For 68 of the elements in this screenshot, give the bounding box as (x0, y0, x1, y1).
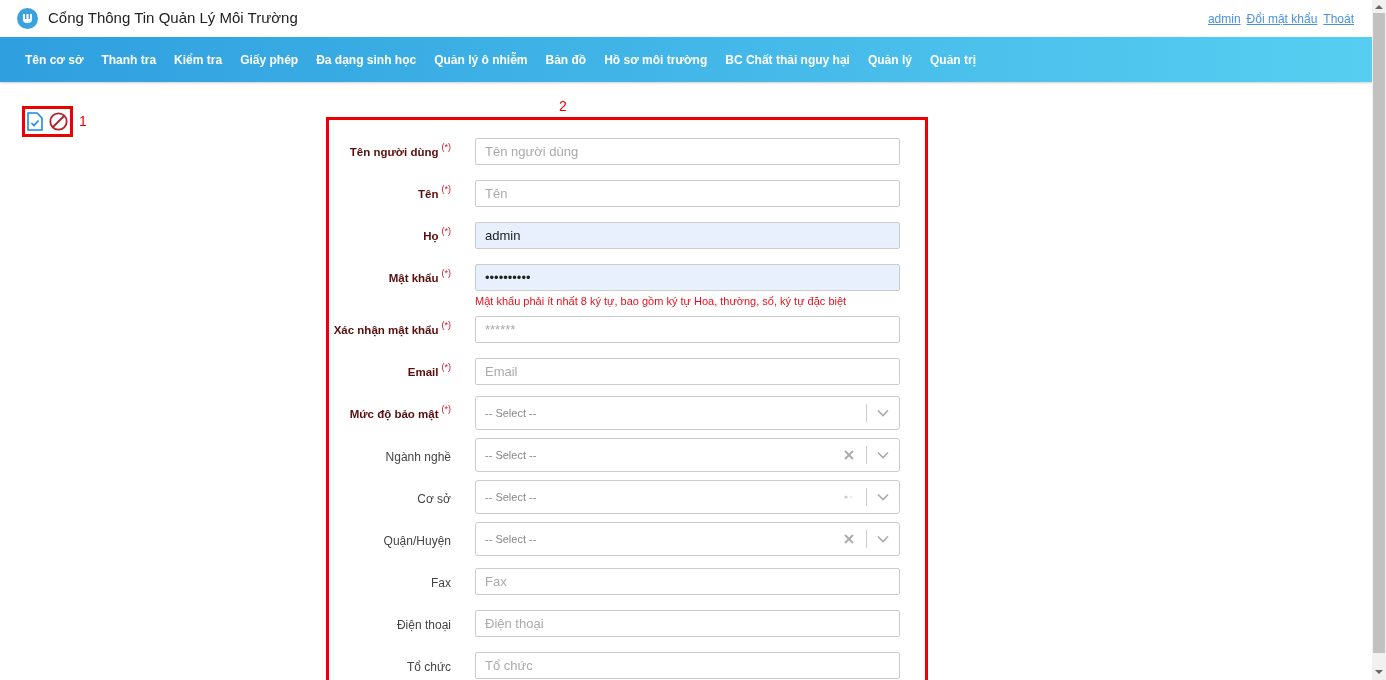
error-message: Mật khẩu phải ít nhất 8 ký tự, bao gồm ký tự Hoa, thường, số, ký tự đặc biệt (475, 294, 848, 308)
logo-icon (17, 8, 38, 29)
select-placeholder: -- Select -- (485, 531, 538, 547)
field-label: Fax (431, 574, 451, 592)
scroll-down-icon[interactable] (1375, 669, 1383, 675)
nav-item[interactable]: Hồ sơ môi trường (604, 50, 708, 69)
annotation-label: 1 (79, 112, 87, 131)
required-mark: (*) (441, 266, 451, 280)
input-field[interactable]: •••••••••• (475, 263, 900, 291)
input-field[interactable]: Tên (475, 179, 900, 207)
chevron-down-icon[interactable] (877, 451, 889, 459)
required-mark: (*) (441, 182, 451, 196)
header-link[interactable]: Thoát (1323, 9, 1354, 28)
scrollbar-thumb[interactable] (1373, 13, 1385, 653)
required-mark: (*) (441, 318, 451, 332)
required-mark: (*) (441, 140, 451, 154)
nav-item[interactable]: BC Chất thải nguy hại (725, 50, 850, 69)
field-label: Họ (423, 228, 439, 245)
nav-item[interactable]: Thanh tra (101, 50, 157, 69)
field-label: Điện thoại (396, 616, 451, 634)
header-link[interactable]: admin (1207, 9, 1241, 28)
nav-item[interactable]: Bản đồ (545, 50, 587, 69)
field-label: Mức độ bảo mật (349, 406, 439, 423)
select-field[interactable]: -- Select -- (475, 396, 900, 430)
nav-item[interactable]: Quản lý (867, 50, 912, 69)
required-mark: (*) (441, 402, 451, 416)
select-field[interactable]: -- Select -- (475, 522, 900, 556)
scrollbar[interactable] (1372, 0, 1386, 680)
field-label: Cơ sở (417, 490, 451, 508)
select-placeholder: -- Select -- (485, 447, 538, 463)
input-field[interactable]: Email (475, 357, 900, 385)
required-mark: (*) (441, 360, 451, 374)
annotation-label: 2 (559, 97, 567, 116)
select-placeholder: -- Select -- (485, 405, 538, 421)
save-file-icon[interactable] (27, 112, 43, 131)
nav-item[interactable]: Quản lý ô nhiễm (434, 50, 528, 69)
chevron-down-icon[interactable] (877, 535, 889, 543)
clear-icon[interactable] (844, 450, 854, 460)
nav-item[interactable]: Giấy phép (240, 50, 299, 69)
field-label: Xác nhận mật khẩu (333, 322, 439, 339)
select-field[interactable]: -- Select -- (475, 480, 900, 514)
nav-item[interactable]: Tên cơ sở (25, 50, 84, 69)
required-mark: (*) (441, 224, 451, 238)
clear-icon[interactable] (844, 534, 854, 544)
input-field[interactable]: admin (475, 221, 900, 249)
nav-item[interactable]: Đa dạng sinh học (316, 50, 417, 69)
site-title: Cổng Thông Tin Quản Lý Môi Trường (48, 8, 298, 29)
input-field[interactable]: Điện thoại (475, 609, 900, 637)
field-label: Email (407, 364, 439, 380)
select-placeholder: -- Select -- (485, 489, 538, 505)
scroll-up-icon[interactable] (1375, 4, 1383, 10)
input-field[interactable]: Fax (475, 567, 900, 595)
nav-item[interactable]: Quản trị (929, 50, 976, 69)
field-label: Tên người dùng (349, 144, 439, 160)
select-field[interactable]: -- Select -- (475, 438, 900, 472)
nav-item[interactable]: Kiểm tra (174, 50, 223, 69)
cancel-icon[interactable] (49, 112, 68, 131)
input-field[interactable]: ****** (475, 315, 900, 343)
chevron-down-icon[interactable] (877, 409, 889, 417)
input-field[interactable]: Tổ chức (475, 651, 900, 679)
field-label: Quận/Huyện (383, 532, 451, 550)
field-label: Ngành nghề (385, 448, 451, 466)
field-label: Tổ chức (406, 658, 451, 676)
input-field[interactable]: Tên người dùng (475, 137, 900, 165)
chevron-down-icon[interactable] (877, 493, 889, 501)
field-label: Tên (418, 186, 439, 202)
field-label: Mật khẩu (388, 270, 439, 287)
header-link[interactable]: Đổi mật khẩu (1246, 9, 1318, 28)
